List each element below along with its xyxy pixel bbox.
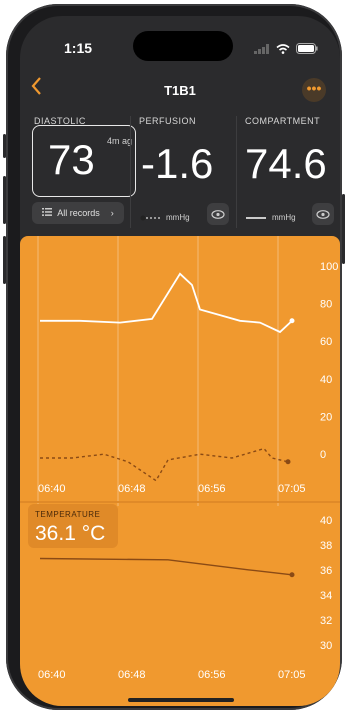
compartment-series-line [40, 272, 293, 334]
solid-line-icon [246, 216, 266, 219]
metric-value: -1.6 [141, 140, 214, 187]
signal-icon [254, 41, 270, 59]
x-tick-label: 06:56 [198, 483, 226, 495]
series-end-point [285, 459, 291, 465]
y-tick-label: 20 [320, 411, 332, 423]
y-tick-label: 32 [320, 615, 332, 627]
screen: 1:15 T1B1 ••• DIASTOLIC 73 4m ag All rec… [20, 16, 340, 706]
dynamic-island [133, 31, 233, 61]
wifi-icon [276, 41, 290, 59]
x-tick-label: 07:05 [278, 483, 306, 495]
y-tick-label: 0 [320, 449, 326, 461]
perfusion-legend: mmHg [140, 213, 190, 222]
temperature-series-line [39, 557, 293, 576]
y-tick-label: 40 [320, 374, 332, 386]
metric-value: 73 [48, 136, 95, 183]
metric-label: PERFUSION [139, 116, 197, 126]
metric-value: 74.6 [245, 140, 327, 187]
toggle-compartment-button[interactable] [312, 203, 334, 225]
phone-frame: 1:15 T1B1 ••• DIASTOLIC 73 4m ag All rec… [3, 4, 345, 710]
series-end-point [289, 572, 295, 578]
temperature-label: TEMPERATURE [35, 510, 101, 519]
list-icon [42, 208, 53, 218]
status-icons [254, 41, 318, 59]
chart-area[interactable]: 100 80 60 40 20 0 06:40 06:48 06:56 07:05 40 38 36 34… [20, 236, 340, 706]
compartment-legend: mmHg [246, 213, 296, 222]
y-tick-label: 36 [320, 565, 332, 577]
mute-switch [3, 134, 6, 158]
metric-label: COMPARTMENT [245, 116, 321, 126]
temperature-card: TEMPERATURE 36.1 °C [28, 504, 118, 548]
status-time: 1:15 [64, 40, 93, 56]
y-tick-label: 30 [320, 640, 332, 652]
chevron-right-icon: › [110, 208, 114, 218]
nav-bar: T1B1 ••• [20, 72, 340, 108]
y-tick-label: 38 [320, 540, 332, 552]
status-bar: 1:15 [20, 16, 340, 62]
records-label: All records [57, 208, 100, 218]
metric-age: 4m ag [107, 136, 133, 146]
y-tick-label: 34 [320, 590, 332, 602]
home-indicator [128, 698, 234, 702]
volume-up-button [3, 176, 6, 224]
more-button[interactable]: ••• [302, 78, 326, 102]
dashed-line-icon [140, 215, 162, 220]
volume-down-button [3, 236, 6, 284]
all-records-button[interactable]: All records › [32, 202, 124, 224]
unit-label: mmHg [272, 213, 296, 222]
x-tick-label: 06:48 [118, 669, 146, 681]
x-tick-label: 07:05 [278, 669, 306, 681]
page-title: T1B1 [164, 83, 196, 98]
power-button [342, 194, 345, 264]
x-tick-label: 06:48 [118, 483, 146, 495]
x-tick-label: 06:40 [38, 483, 66, 495]
series-end-point [289, 318, 295, 324]
eye-icon [211, 209, 225, 219]
temperature-value: 36.1 °C [35, 522, 106, 545]
y-tick-label: 40 [320, 515, 332, 527]
eye-icon [316, 209, 330, 219]
x-tick-label: 06:40 [38, 669, 66, 681]
y-tick-label: 80 [320, 299, 332, 311]
y-tick-label: 100 [320, 261, 338, 273]
charts-svg[interactable]: 100 80 60 40 20 0 06:40 06:48 06:56 07:05 40 38 36 34… [20, 236, 340, 706]
ellipsis-icon: ••• [306, 80, 322, 96]
unit-label: mmHg [166, 213, 190, 222]
x-tick-label: 06:56 [198, 669, 226, 681]
toggle-perfusion-button[interactable] [207, 203, 229, 225]
battery-icon [296, 41, 318, 59]
y-tick-label: 60 [320, 336, 332, 348]
perfusion-series-line [40, 447, 289, 482]
